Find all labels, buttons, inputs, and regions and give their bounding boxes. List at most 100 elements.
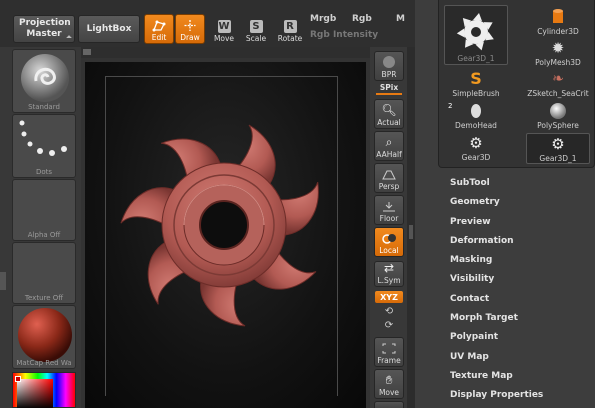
rotate-axis-1-icon: ⟲ <box>384 306 394 317</box>
polymesh-star-icon: ✹ <box>551 39 565 57</box>
menu-subtool[interactable]: SubTool <box>415 174 595 193</box>
menu-uv-map[interactable]: UV Map <box>415 348 595 367</box>
alpha-slot-label: Alpha Off <box>27 231 61 239</box>
bpr-label: BPR <box>381 70 397 79</box>
sphere-icon <box>550 103 566 119</box>
tool-item-label: ZSketch_SeaCrit <box>527 89 589 98</box>
color-picker-square[interactable] <box>17 379 53 408</box>
edit-label: Edit <box>151 33 167 42</box>
mrgb-button[interactable]: Mrgb <box>310 14 336 24</box>
tool-item-zsketch[interactable]: ❧ ZSketch_SeaCrit <box>526 70 590 98</box>
texture-slot[interactable]: Texture Off <box>12 242 76 304</box>
scale-icon: S <box>249 20 263 33</box>
brush-slot[interactable]: Standard <box>12 49 76 113</box>
aahalf-icon: ⌕ <box>385 135 393 149</box>
spix-control[interactable]: SPix <box>374 83 404 92</box>
lsym-button[interactable]: ⇄ L.Sym <box>374 261 404 287</box>
tool-item-label: DemoHead <box>455 121 497 130</box>
color-picker[interactable] <box>12 372 76 408</box>
matcap-material-icon <box>18 308 72 362</box>
aahalf-label: AAHalf <box>376 150 402 159</box>
material-slot-label: MatCap Red Wa <box>16 359 72 367</box>
tool-item-label: Cylinder3D <box>537 27 579 36</box>
draw-button[interactable]: Draw <box>175 14 205 44</box>
lightbox-button[interactable]: LightBox <box>78 15 140 43</box>
lsym-icon: ⇄ <box>383 261 395 275</box>
actual-button[interactable]: 🔍︎ Actual <box>374 99 404 129</box>
color-picker-cursor[interactable] <box>15 376 21 382</box>
canvas-area <box>81 47 370 408</box>
gear-small-icon: ⚙︎ <box>551 135 565 153</box>
material-slot[interactable]: MatCap Red Wa <box>12 305 76 369</box>
brush-slot-label: Standard <box>28 103 60 111</box>
draw-icon <box>184 20 196 31</box>
top-toolbar: Projection Master LightBox Edit Draw W M… <box>0 0 415 47</box>
rgb-button[interactable]: Rgb <box>352 14 372 24</box>
local-button[interactable]: Local <box>374 227 404 257</box>
menu-morph-target[interactable]: Morph Target <box>415 309 595 328</box>
actual-zoom-icon: 🔍︎ <box>381 103 397 117</box>
edit-icon <box>152 20 166 32</box>
frame-button[interactable]: Frame <box>374 337 404 367</box>
move-hand-icon: ✋︎ <box>385 373 393 387</box>
demohead-icon <box>471 104 481 118</box>
draw-label: Draw <box>180 33 200 42</box>
move-icon: W <box>217 20 231 33</box>
menu-display-properties[interactable]: Display Properties <box>415 386 595 405</box>
perspective-icon <box>382 170 396 180</box>
move-view-button[interactable]: ✋︎ Move <box>374 369 404 399</box>
menu-contact[interactable]: Contact <box>415 290 595 309</box>
projection-master-button[interactable]: Projection Master <box>13 15 75 43</box>
bpr-button[interactable]: BPR <box>374 51 404 81</box>
bpr-icon <box>383 56 395 68</box>
menu-texture-map[interactable]: Texture Map <box>415 367 595 386</box>
tool-item-polymesh3d[interactable]: ✹ PolyMesh3D <box>526 39 590 68</box>
zsketch-icon: ❧ <box>552 71 564 87</box>
xyz-button[interactable]: XYZ <box>375 291 403 303</box>
demohead-count-badge: 2 <box>448 102 453 110</box>
alpha-slot[interactable]: Alpha Off <box>12 179 76 241</box>
left-tray-handle[interactable] <box>0 272 6 290</box>
menu-visibility[interactable]: Visibility <box>415 270 595 289</box>
tool-item-label: SimpleBrush <box>452 89 500 98</box>
tool-item-simplebrush[interactable]: S SimpleBrush <box>444 70 508 99</box>
tool-item-cylinder3d[interactable]: Cylinder3D <box>526 8 590 36</box>
menu-geometry[interactable]: Geometry <box>415 193 595 212</box>
aahalf-button[interactable]: ⌕ AAHalf <box>374 131 404 161</box>
tool-item-gear3d-1-current[interactable]: Gear3D_1 <box>444 5 508 65</box>
texture-slot-label: Texture Off <box>24 294 64 302</box>
right-tray-handle[interactable] <box>409 225 413 239</box>
menu-preview[interactable]: Preview <box>415 213 595 232</box>
scale-mode-button[interactable]: S Scale <box>241 14 271 44</box>
scale-mode-label: Scale <box>245 34 267 43</box>
cylinder-icon <box>553 9 563 23</box>
tool-item-gear3d[interactable]: ⚙︎ Gear3D <box>444 134 508 162</box>
persp-button[interactable]: Persp <box>374 163 404 193</box>
m-button[interactable]: M <box>396 14 405 24</box>
actual-label: Actual <box>377 118 401 127</box>
tool-item-label: Gear3D <box>461 153 491 162</box>
floor-button[interactable]: Floor <box>374 195 404 225</box>
stroke-slot[interactable]: Dots <box>12 114 76 178</box>
tool-item-label: Gear3D_1 <box>457 54 495 63</box>
local-icon <box>382 234 396 244</box>
menu-polypaint[interactable]: Polypaint <box>415 328 595 347</box>
rotate-axis-icons[interactable]: ⟲ ⟳ <box>381 305 397 335</box>
menu-masking[interactable]: Masking <box>415 251 595 270</box>
rotate-mode-button[interactable]: R Rotate <box>275 14 305 44</box>
stroke-slot-label: Dots <box>35 168 53 176</box>
spix-slider[interactable] <box>376 93 402 95</box>
lightbox-label: LightBox <box>86 23 132 34</box>
menu-deformation[interactable]: Deformation <box>415 232 595 251</box>
frame-label: Frame <box>377 356 401 365</box>
scale-view-button[interactable] <box>374 401 404 408</box>
tool-item-gear3d-1[interactable]: ⚙︎ Gear3D_1 <box>526 133 590 164</box>
rgb-intensity-slider[interactable]: Rgb Intensity <box>310 30 378 40</box>
gear-mesh[interactable] <box>81 47 370 408</box>
tool-item-demohead[interactable]: 2 DemoHead <box>444 102 508 130</box>
tool-picker-popup: Gear3D_1 Cylinder3D ✹ PolyMesh3D S Simpl… <box>438 0 595 168</box>
tool-item-polysphere[interactable]: PolySphere <box>526 102 590 130</box>
edit-button[interactable]: Edit <box>144 14 174 44</box>
move-mode-button[interactable]: W Move <box>209 14 239 44</box>
right-tray-strip <box>407 47 415 408</box>
